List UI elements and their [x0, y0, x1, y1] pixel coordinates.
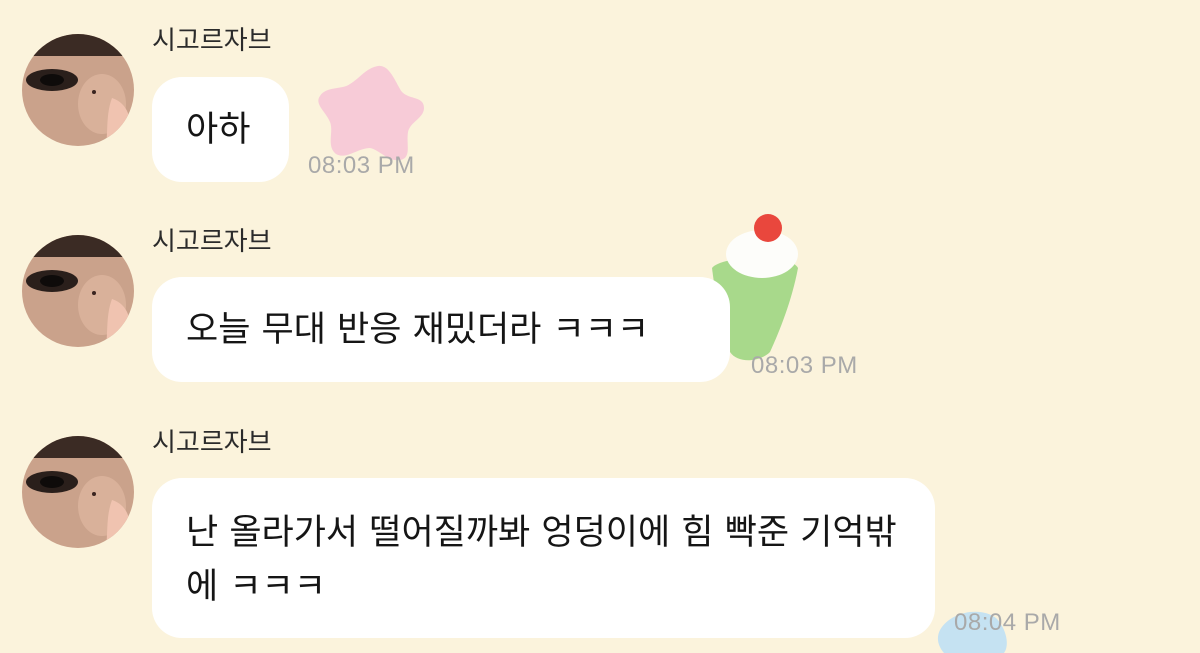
sender-name: 시고르자브: [152, 227, 272, 257]
message-bubble[interactable]: 오늘 무대 반응 재밌더라 ㅋㅋㅋ: [152, 277, 730, 382]
pink-star-sticker: [318, 65, 424, 161]
avatar-photo-icon: [22, 34, 134, 146]
message-bubble[interactable]: 아하: [152, 77, 289, 182]
sender-name: 시고르자브: [152, 26, 272, 56]
avatar[interactable]: [22, 235, 134, 347]
avatar[interactable]: [22, 436, 134, 548]
message-timestamp: 08:03 PM: [751, 352, 858, 379]
avatar-photo-icon: [22, 235, 134, 347]
message-timestamp: 08:04 PM: [954, 609, 1061, 636]
message-timestamp: 08:03 PM: [308, 152, 415, 179]
avatar-photo-icon: [22, 436, 134, 548]
message-bubble[interactable]: 난 올라가서 떨어질까봐 엉덩이에 힘 빡준 기억밖에 ㅋㅋㅋ: [152, 478, 935, 638]
sender-name: 시고르자브: [152, 428, 272, 458]
avatar[interactable]: [22, 34, 134, 146]
